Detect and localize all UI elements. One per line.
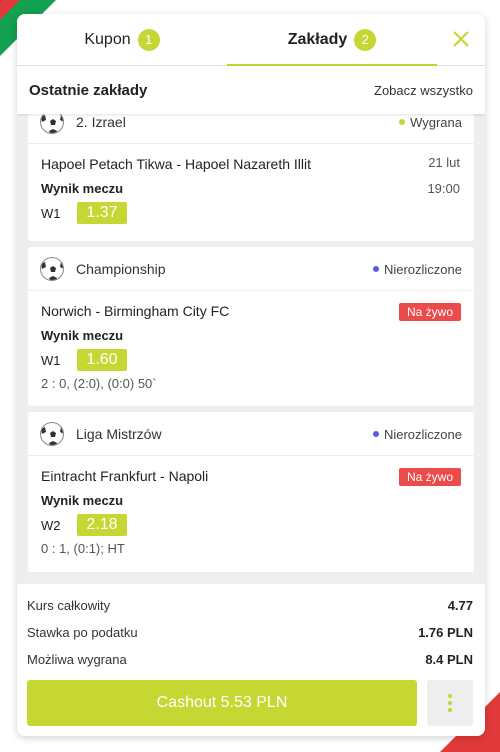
cashout-button[interactable]: Cashout 5.53 PLN <box>27 680 417 726</box>
close-icon[interactable] <box>449 27 473 51</box>
pick-label: W1 <box>41 352 61 368</box>
kebab-dot-icon <box>448 694 452 698</box>
market-name: Wynik meczu <box>41 493 124 508</box>
odd-value[interactable]: 1.37 <box>77 202 127 224</box>
see-all-link[interactable]: Zobacz wszystko <box>374 83 473 98</box>
betslip-panel: Kupon 1 Zakłady 2 Ostatnie zakłady Zobac… <box>17 14 485 736</box>
live-badge: Na żywo <box>398 303 461 321</box>
pick-row: W1 1.60 <box>41 349 462 371</box>
stake-row: Stawka po podatku 1.76 PLN <box>27 619 473 646</box>
odd-value[interactable]: 2.18 <box>77 514 127 536</box>
bet-card[interactable]: Liga Mistrzów Nierozliczone Na żywo Eint… <box>28 412 474 572</box>
football-icon <box>40 421 64 446</box>
bet-card-body: Na żywo Norwich - Birmingham City FC Wyn… <box>28 291 474 403</box>
status-label: Nierozliczone <box>383 261 462 277</box>
tab-kupon[interactable]: Kupon 1 <box>17 14 227 65</box>
match-datetime: 21 lut 19:00 <box>427 150 460 202</box>
bet-status: Nierozliczone <box>372 247 462 291</box>
pick-row: W1 1.37 <box>41 202 462 224</box>
tab-zaklady[interactable]: Zakłady 2 <box>227 14 437 66</box>
league-name: Liga Mistrzów <box>76 425 162 442</box>
kebab-dot-icon <box>448 708 452 712</box>
total-odds-row: Kurs całkowity 4.77 <box>27 592 473 619</box>
bet-card-header: 2. Izrael Wygrana <box>28 114 474 144</box>
live-score: 0 : 1, (0:1); HT <box>41 541 125 556</box>
possible-win-value: 8.4 PLN <box>425 652 473 667</box>
odd-value[interactable]: 1.60 <box>77 349 127 371</box>
total-odds-value: 4.77 <box>447 598 473 613</box>
match-time: 19:00 <box>427 181 460 196</box>
football-icon <box>40 256 64 281</box>
bet-card-body: 21 lut 19:00 Hapoel Petach Tikwa - Hapoe… <box>28 144 474 236</box>
status-label: Wygrana <box>410 114 462 130</box>
status-label: Nierozliczone <box>383 426 462 442</box>
tab-bar: Kupon 1 Zakłady 2 <box>17 14 485 66</box>
bet-card[interactable]: Championship Nierozliczone Na żywo Norwi… <box>28 247 474 406</box>
pick-label: W1 <box>41 205 61 221</box>
tab-zaklady-label: Zakłady <box>287 30 348 48</box>
bets-list: 2. Izrael Wygrana 21 lut 19:00 Hapoel Pe… <box>17 114 485 584</box>
pick-label: W2 <box>41 517 61 533</box>
market-name: Wynik meczu <box>41 328 124 343</box>
pick-row: W2 2.18 <box>41 514 462 536</box>
live-badge: Na żywo <box>398 468 461 486</box>
football-icon <box>40 114 64 134</box>
bet-status: Nierozliczone <box>372 412 462 456</box>
bet-card-header: Liga Mistrzów Nierozliczone <box>28 412 474 456</box>
live-score: 2 : 0, (2:0), (0:0) 50` <box>41 376 157 391</box>
status-dot <box>399 119 406 125</box>
actions-row: Cashout 5.53 PLN <box>27 680 473 726</box>
possible-win-label: Możliwa wygrana <box>27 652 127 667</box>
tab-kupon-count-badge: 1 <box>137 28 160 51</box>
match-date: 21 lut <box>428 155 460 170</box>
bet-status: Wygrana <box>399 114 462 144</box>
total-odds-label: Kurs całkowity <box>27 598 111 613</box>
kebab-dot-icon <box>448 701 452 705</box>
status-dot <box>372 266 379 272</box>
more-options-button[interactable] <box>427 680 473 726</box>
bet-card-body: Na żywo Eintracht Frankfurt - Napoli Wyn… <box>28 456 474 568</box>
stake-value: 1.76 PLN <box>418 625 473 640</box>
page-title: Ostatnie zakłady <box>29 81 148 99</box>
league-name: Championship <box>76 260 166 277</box>
tab-kupon-label: Kupon <box>84 30 131 48</box>
bet-card-header: Championship Nierozliczone <box>28 247 474 291</box>
tab-zaklady-count-badge: 2 <box>354 28 377 51</box>
status-dot <box>372 431 379 437</box>
bet-summary: Kurs całkowity 4.77 Stawka po podatku 1.… <box>17 584 485 736</box>
possible-win-row: Możliwa wygrana 8.4 PLN <box>27 646 473 673</box>
market-name: Wynik meczu <box>41 181 124 196</box>
bet-card[interactable]: 2. Izrael Wygrana 21 lut 19:00 Hapoel Pe… <box>28 114 474 241</box>
match-name: Hapoel Petach Tikwa - Hapoel Nazareth Il… <box>41 156 312 172</box>
league-name: 2. Izrael <box>76 114 126 130</box>
recent-bets-header: Ostatnie zakłady Zobacz wszystko <box>17 66 485 114</box>
stake-label: Stawka po podatku <box>27 625 138 640</box>
